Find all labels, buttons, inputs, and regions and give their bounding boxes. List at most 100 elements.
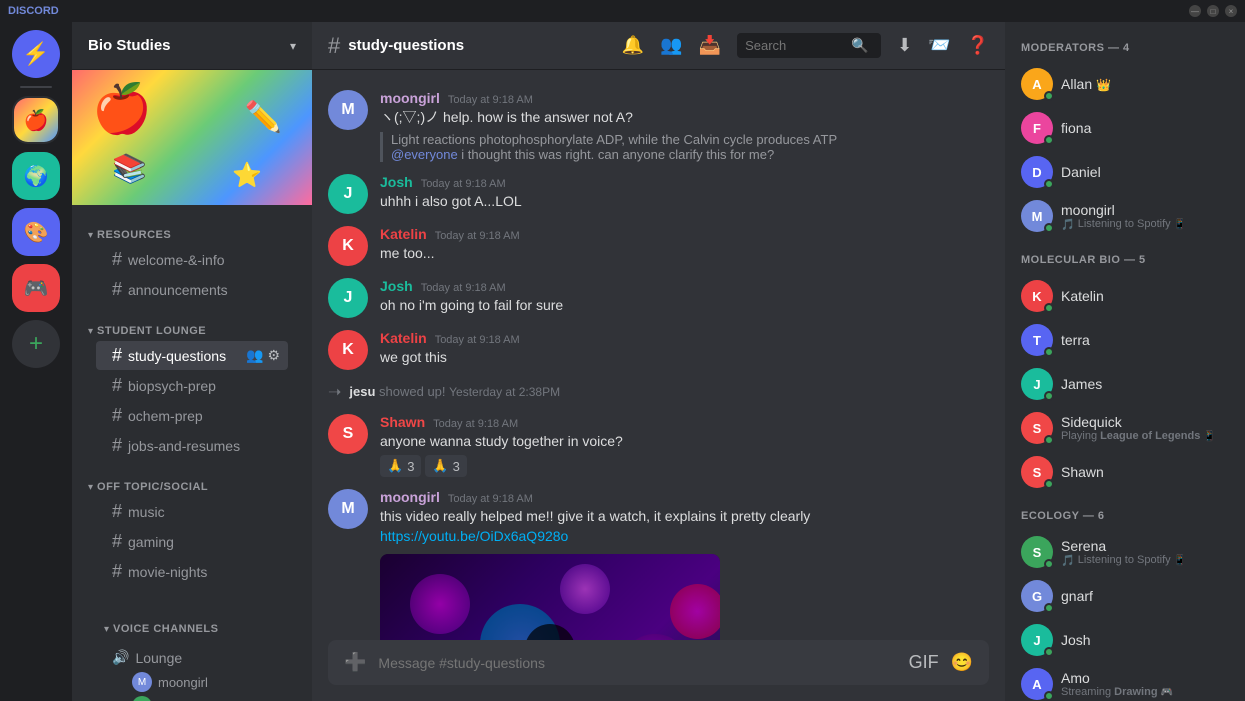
- crown-icon: 👑: [1096, 78, 1111, 92]
- message-input-field[interactable]: [378, 655, 896, 671]
- category-student-lounge-header[interactable]: ▾ STUDENT LOUNGE: [88, 325, 296, 337]
- help-icon[interactable]: ❓: [967, 35, 989, 56]
- member-name: Shawn: [1061, 464, 1229, 480]
- server-separator: [20, 86, 52, 88]
- bell-icon[interactable]: 🔔: [622, 35, 644, 56]
- voice-member-moongirl[interactable]: M moongirl: [104, 670, 288, 694]
- message-text: this video really helped me!! give it a …: [380, 507, 989, 546]
- member-name: Allan 👑: [1061, 76, 1229, 92]
- chevron-down-icon: ▾: [290, 39, 296, 53]
- message-header: Katelin Today at 9:18 AM: [380, 226, 989, 242]
- channel-movie-nights[interactable]: # movie-nights: [96, 557, 288, 586]
- server-header[interactable]: Bio Studies ▾: [72, 22, 312, 70]
- voice-channel-lounge-header[interactable]: 🔊 Lounge: [104, 645, 288, 670]
- member-item-terra[interactable]: T terra: [1013, 318, 1237, 362]
- server-bio-studies[interactable]: 🍎: [12, 96, 60, 144]
- server-game[interactable]: 🎮: [12, 264, 60, 312]
- member-name: Katelin: [1061, 288, 1229, 304]
- member-category-header: MODERATORS — 4: [1013, 38, 1237, 58]
- members-icon[interactable]: 👥: [660, 35, 682, 56]
- message-text: we got this: [380, 348, 989, 368]
- notification-icon[interactable]: 📨: [928, 35, 950, 56]
- member-category-header: ECOLOGY — 6: [1013, 506, 1237, 526]
- member-item-sidequick[interactable]: S Sidequick Playing League of Legends 📱: [1013, 406, 1237, 450]
- channel-music[interactable]: # music: [96, 497, 288, 526]
- reaction-btn[interactable]: 🙏 3: [425, 455, 466, 477]
- category-off-topic-header[interactable]: ▾ OFF TOPIC/SOCIAL: [88, 481, 296, 493]
- avatar: D: [1021, 156, 1053, 188]
- channel-name: movie-nights: [128, 564, 207, 580]
- message-header: Josh Today at 9:18 AM: [380, 278, 989, 294]
- member-item-fiona[interactable]: F fiona: [1013, 106, 1237, 150]
- member-item-serena[interactable]: S Serena 🎵 Listening to Spotify 📱: [1013, 530, 1237, 574]
- server-name: Bio Studies: [88, 37, 171, 54]
- member-item-james[interactable]: J James: [1013, 362, 1237, 406]
- add-member-icon[interactable]: 👥: [246, 347, 263, 364]
- emoji-icon[interactable]: 😊: [951, 652, 973, 673]
- member-item-allan[interactable]: A Allan 👑: [1013, 62, 1237, 106]
- message-username[interactable]: moongirl: [380, 90, 440, 106]
- avatar: J: [328, 278, 368, 318]
- member-item-gnarf[interactable]: G gnarf: [1013, 574, 1237, 618]
- minimize-btn[interactable]: —: [1189, 5, 1201, 17]
- category-arrow-icon: ▾: [104, 624, 109, 635]
- channel-jobs-resumes[interactable]: # jobs-and-resumes: [96, 431, 288, 460]
- channel-ochem-prep[interactable]: # ochem-prep: [96, 401, 288, 430]
- message-timestamp: Today at 9:18 AM: [435, 334, 520, 346]
- message-username[interactable]: Josh: [380, 278, 413, 294]
- message-username[interactable]: Josh: [380, 174, 413, 190]
- avatar: J: [1021, 368, 1053, 400]
- status-indicator: [1044, 435, 1054, 445]
- inbox-icon[interactable]: 📥: [699, 35, 721, 56]
- member-info: gnarf: [1061, 588, 1229, 604]
- voice-member-serena[interactable]: S Serena: [104, 694, 288, 701]
- member-item-moongirl[interactable]: M moongirl 🎵 Listening to Spotify 📱: [1013, 194, 1237, 238]
- message-username[interactable]: moongirl: [380, 489, 440, 505]
- hash-icon: #: [112, 375, 122, 396]
- gif-icon[interactable]: GIF: [909, 652, 939, 673]
- search-input[interactable]: [745, 38, 845, 53]
- plus-icon[interactable]: ➕: [344, 652, 366, 673]
- message-timestamp: Today at 9:18 AM: [421, 282, 506, 294]
- member-name: Daniel: [1061, 164, 1229, 180]
- avatar: T: [1021, 324, 1053, 356]
- channel-announcements[interactable]: # announcements: [96, 275, 288, 304]
- message-group: K Katelin Today at 9:18 AM we got this: [328, 326, 989, 374]
- status-indicator: [1044, 647, 1054, 657]
- member-info: Amo Streaming Drawing 🎮: [1061, 670, 1229, 698]
- channel-name: announcements: [128, 282, 228, 298]
- category-voice-header[interactable]: ▾ VOICE CHANNELS: [88, 607, 296, 639]
- member-item-josh-ecology[interactable]: J Josh: [1013, 618, 1237, 662]
- category-arrow-icon: ▾: [88, 482, 93, 493]
- category-resources-header[interactable]: ▾ RESOURCES: [88, 229, 296, 241]
- settings-icon[interactable]: ⚙: [267, 347, 280, 364]
- server-home[interactable]: ⚡: [12, 30, 60, 78]
- video-link[interactable]: https://youtu.be/OiDx6aQ928o: [380, 528, 568, 544]
- message-username[interactable]: Katelin: [380, 330, 427, 346]
- channel-name: jobs-and-resumes: [128, 438, 240, 454]
- add-server-button[interactable]: +: [12, 320, 60, 368]
- reaction-btn[interactable]: 🙏 3: [380, 455, 421, 477]
- channel-welcome-info[interactable]: # welcome-&-info: [96, 245, 288, 274]
- server-art[interactable]: 🎨: [12, 208, 60, 256]
- search-bar[interactable]: 🔍: [737, 33, 881, 58]
- message-group: M moongirl Today at 9:18 AM ヽ(;▽;)ノ help…: [328, 86, 989, 166]
- video-embed[interactable]: ▶: [380, 554, 720, 640]
- channel-gaming[interactable]: # gaming: [96, 527, 288, 556]
- server-planet[interactable]: 🌍: [12, 152, 60, 200]
- member-item-katelin[interactable]: K Katelin: [1013, 274, 1237, 318]
- maximize-btn[interactable]: □: [1207, 5, 1219, 17]
- channel-study-questions[interactable]: # study-questions 👥 ⚙: [96, 341, 288, 370]
- channel-biopsych-prep[interactable]: # biopsych-prep: [96, 371, 288, 400]
- header-actions: 🔔 👥 📥 🔍 ⬇ 📨 ❓: [622, 33, 989, 58]
- member-item-amo[interactable]: A Amo Streaming Drawing 🎮: [1013, 662, 1237, 701]
- member-item-daniel[interactable]: D Daniel: [1013, 150, 1237, 194]
- close-btn[interactable]: ×: [1225, 5, 1237, 17]
- download-icon[interactable]: ⬇: [897, 35, 912, 56]
- message-username[interactable]: Shawn: [380, 414, 425, 430]
- status-indicator: [1044, 691, 1054, 701]
- status-indicator: [1044, 303, 1054, 313]
- member-item-shawn[interactable]: S Shawn: [1013, 450, 1237, 494]
- message-username[interactable]: Katelin: [380, 226, 427, 242]
- hash-icon: #: [112, 531, 122, 552]
